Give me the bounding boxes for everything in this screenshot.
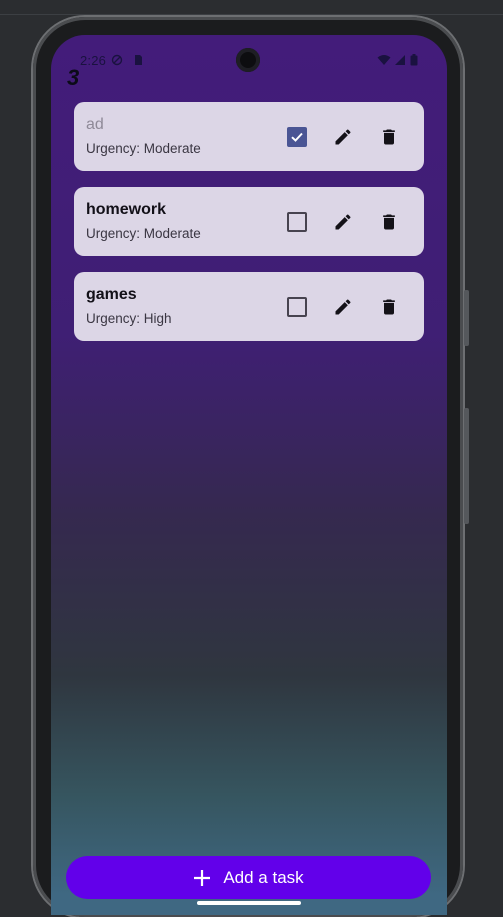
- sim-icon: [132, 53, 144, 65]
- gesture-home-bar[interactable]: [197, 901, 301, 905]
- battery-icon: [410, 53, 418, 66]
- no-disturb-icon: [111, 53, 123, 66]
- task-urgency: Urgency: Moderate: [86, 141, 201, 156]
- trash-icon: [383, 129, 395, 145]
- trash-icon: [383, 299, 395, 315]
- task-card[interactable]: homework Urgency: Moderate: [74, 187, 424, 256]
- task-title: ad: [86, 116, 104, 133]
- delete-button[interactable]: [376, 209, 402, 235]
- task-count: 3: [67, 65, 80, 90]
- status-bar: 2:26: [51, 35, 447, 85]
- checkmark-icon: [291, 132, 303, 142]
- task-title: homework: [86, 201, 167, 218]
- pencil-icon: [335, 299, 351, 315]
- host-toolbar: [0, 0, 503, 15]
- volume-rocker: [464, 408, 469, 524]
- status-time: 2:26: [80, 53, 107, 68]
- wifi-icon: [377, 53, 391, 65]
- task-title: games: [86, 286, 137, 303]
- add-task-button[interactable]: Add a task: [66, 856, 431, 899]
- edit-button[interactable]: [330, 294, 356, 320]
- task-card[interactable]: ad Urgency: Moderate: [74, 102, 424, 171]
- pencil-icon: [335, 129, 351, 145]
- pencil-icon: [335, 214, 351, 230]
- task-card[interactable]: games Urgency: High: [74, 272, 424, 341]
- app-screen: 2:26 3 ad Urgency: Moderate homework Urg…: [51, 35, 447, 915]
- task-checkbox[interactable]: [287, 297, 307, 317]
- edit-button[interactable]: [330, 124, 356, 150]
- delete-button[interactable]: [376, 124, 402, 150]
- task-urgency: Urgency: Moderate: [86, 226, 201, 241]
- power-button: [464, 290, 469, 346]
- delete-button[interactable]: [376, 294, 402, 320]
- add-task-label: Add a task: [223, 867, 304, 887]
- task-urgency: Urgency: High: [86, 311, 172, 326]
- task-checkbox[interactable]: [287, 127, 307, 147]
- cellular-icon: [394, 53, 406, 65]
- front-camera: [236, 48, 260, 72]
- edit-button[interactable]: [330, 209, 356, 235]
- plus-icon: [193, 869, 211, 887]
- trash-icon: [383, 214, 395, 230]
- task-checkbox[interactable]: [287, 212, 307, 232]
